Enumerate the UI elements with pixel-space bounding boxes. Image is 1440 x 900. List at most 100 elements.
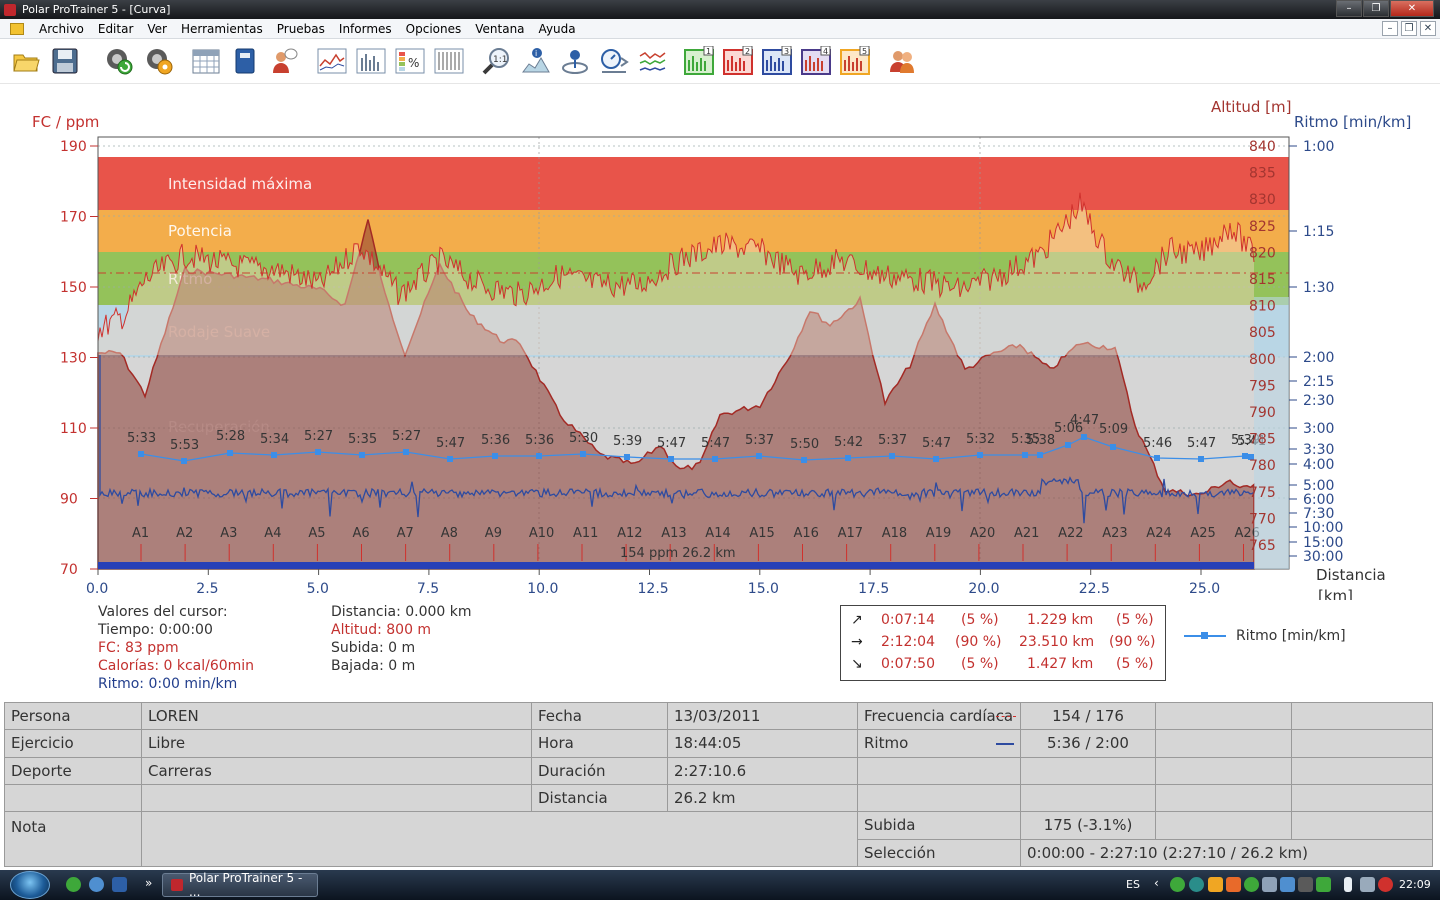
tray-6-icon[interactable] <box>1262 877 1277 892</box>
lap4-icon[interactable]: 4 <box>800 45 831 76</box>
quicklaunch-1-icon[interactable] <box>66 877 81 892</box>
lap-label: A9 <box>485 526 502 541</box>
calendar-icon[interactable] <box>190 45 221 76</box>
tray-2-icon[interactable] <box>1189 877 1204 892</box>
tray-1-icon[interactable] <box>1170 877 1185 892</box>
quicklaunch-3-icon[interactable] <box>112 877 127 892</box>
lap-pace-marker <box>492 453 498 459</box>
maximize-button[interactable]: ❐ <box>1363 0 1389 17</box>
open-icon[interactable] <box>10 45 41 76</box>
lap-pace-marker <box>227 450 233 456</box>
empty-cell <box>1020 783 1156 813</box>
menu-ver[interactable]: Ver <box>140 22 174 36</box>
start-button[interactable] <box>10 871 50 899</box>
pace-tick-label: 10:00 <box>1303 520 1343 536</box>
battery-icon[interactable] <box>1344 877 1352 892</box>
lap5-icon[interactable]: 5 <box>839 45 870 76</box>
svg-text:4: 4 <box>823 47 828 56</box>
tray-expand-icon[interactable]: ‹ <box>1154 876 1159 890</box>
lap1-icon[interactable]: 1 <box>683 45 714 76</box>
lap-pace-label: 5:34 <box>260 432 289 447</box>
empty-cell <box>141 783 532 813</box>
curve-chart[interactable]: Intensidad máximaPotenciaRitmoRodaje Sua… <box>0 85 1440 600</box>
pace-legend-line <box>996 743 1014 746</box>
pace-tick-label: 3:00 <box>1303 421 1334 437</box>
volume-icon[interactable] <box>1378 877 1393 892</box>
table-icon[interactable] <box>433 45 464 76</box>
menu-herramientas[interactable]: Herramientas <box>174 22 270 36</box>
empty-cell <box>1155 811 1292 840</box>
language-indicator[interactable]: ES <box>1126 878 1140 891</box>
graph-icon[interactable] <box>637 45 668 76</box>
lap-pace-label: 5:47 <box>657 436 686 451</box>
nota-value[interactable] <box>141 811 858 867</box>
slope-time-pct: (5 %) <box>961 612 999 628</box>
diary-icon[interactable] <box>229 45 260 76</box>
tray-9-icon[interactable] <box>1316 877 1331 892</box>
mdi-close-button[interactable]: ✕ <box>1420 21 1436 36</box>
network-icon[interactable] <box>1360 877 1375 892</box>
distance-axis-label: Distancia <box>1316 566 1386 584</box>
mdi-restore-button[interactable]: ❐ <box>1401 21 1417 36</box>
clock[interactable]: 22:09 <box>1399 878 1431 891</box>
menu-ventana[interactable]: Ventana <box>468 22 531 36</box>
distancia-label: Distancia <box>531 783 668 813</box>
bar-chart-icon[interactable] <box>355 45 386 76</box>
menu-informes[interactable]: Informes <box>332 22 399 36</box>
pace-tick-label: 2:00 <box>1303 350 1334 366</box>
lap3-icon[interactable]: 3 <box>761 45 792 76</box>
person-icon[interactable] <box>268 45 299 76</box>
close-button[interactable]: ✕ <box>1390 0 1434 17</box>
lap-label: A2 <box>176 526 193 541</box>
altitude-tick-label: 795 <box>1249 378 1276 394</box>
tray-3-icon[interactable] <box>1208 877 1223 892</box>
minimize-button[interactable]: – <box>1336 0 1362 17</box>
lap-label: A16 <box>794 526 819 541</box>
lap2-icon[interactable]: 2 <box>722 45 753 76</box>
tray-8-icon[interactable] <box>1298 877 1313 892</box>
menu-pruebas[interactable]: Pruebas <box>270 22 332 36</box>
chart-legend: Ritmo [min/km] <box>1184 628 1346 644</box>
cursor-values-2: Distancia: 0.000 km Altitud: 800 m Subid… <box>331 603 472 675</box>
pace-tick-label: 1:00 <box>1303 139 1334 155</box>
title-bar: Polar ProTrainer 5 - [Curva] – ❐ ✕ <box>0 0 1440 19</box>
menu-ayuda[interactable]: Ayuda <box>532 22 583 36</box>
taskbar-item-polar[interactable]: Polar ProTrainer 5 - ... <box>162 871 318 899</box>
hr-tick-label: 150 <box>60 280 87 296</box>
marker-icon[interactable] <box>559 45 590 76</box>
empty-cell <box>1155 729 1292 758</box>
quicklaunch-2-icon[interactable] <box>89 877 104 892</box>
save-icon[interactable] <box>49 45 80 76</box>
menu-opciones[interactable]: Opciones <box>399 22 469 36</box>
lap-pace-marker <box>359 452 365 458</box>
cursor-title: Valores del cursor: <box>98 604 228 620</box>
svg-text:1: 1 <box>706 47 711 56</box>
zoom-icon[interactable]: 1:1 <box>481 45 512 76</box>
duracion-value: 2:27:10.6 <box>667 756 858 785</box>
menu-editar[interactable]: Editar <box>91 22 141 36</box>
tray-7-icon[interactable] <box>1280 877 1295 892</box>
hr-tick-label: 190 <box>60 139 87 155</box>
speed-icon[interactable] <box>598 45 629 76</box>
info-icon[interactable]: i <box>520 45 551 76</box>
tray-5-icon[interactable] <box>1244 877 1259 892</box>
lap-label: A21 <box>1014 526 1039 541</box>
quicklaunch-more-icon[interactable]: » <box>145 876 152 890</box>
curve-icon[interactable] <box>316 45 347 76</box>
document-icon <box>10 22 24 35</box>
settings-icon[interactable] <box>143 45 174 76</box>
distance-tick-label: 2.5 <box>196 581 218 597</box>
mdi-minimize-button[interactable]: – <box>1382 21 1398 36</box>
sync-icon[interactable] <box>103 45 134 76</box>
tray-4-icon[interactable] <box>1226 877 1241 892</box>
empty-cell <box>1291 811 1433 840</box>
percent-icon[interactable]: % <box>394 45 425 76</box>
users-icon[interactable] <box>886 45 917 76</box>
lap-pace-marker <box>977 452 983 458</box>
chart-panel[interactable]: Intensidad máximaPotenciaRitmoRodaje Sua… <box>0 85 1440 700</box>
taskbar: » Polar ProTrainer 5 - ... ES ‹ 22:09 <box>0 870 1440 900</box>
cursor-time: Tiempo: 0:00:00 <box>98 622 213 638</box>
menu-archivo[interactable]: Archivo <box>32 22 91 36</box>
distance-tick-label: 7.5 <box>417 581 439 597</box>
lap-pace-marker <box>181 458 187 464</box>
